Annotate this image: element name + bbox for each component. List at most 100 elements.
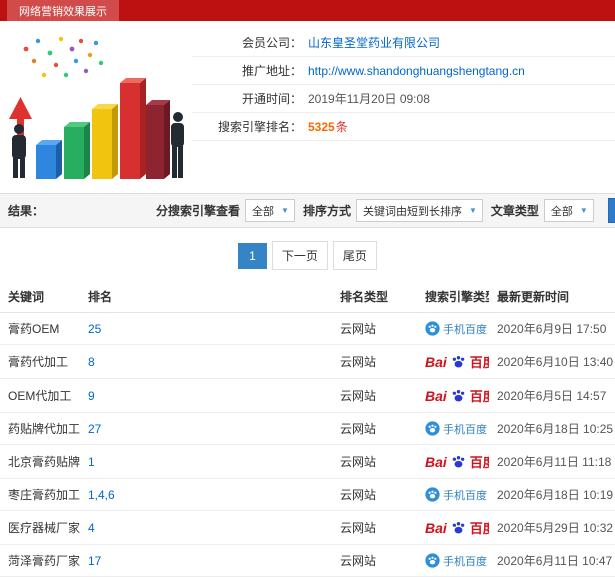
mobile-baidu-logo: 手机百度 (425, 553, 487, 569)
sort-filter-label: 排序方式 (302, 204, 351, 218)
filter-group-article-type: 文章类型 全部 ▼ (491, 199, 594, 222)
rank-link[interactable]: 9 (88, 389, 95, 403)
promo-url-link[interactable]: http://www.shandonghuangshengtang.cn (308, 64, 525, 78)
filter-groups: 分搜索引擎查看 全部 ▼ 排序方式 关键词由短到长排序 ▼ 文章类型 全部 ▼ (156, 199, 602, 222)
baidu-du-text: 百度 (469, 389, 489, 404)
update-time-text: 2020年6月5日 14:57 (497, 389, 607, 403)
header-rank-type: 排名类型 (332, 281, 417, 313)
filter-bar: 结果： 分搜索引擎查看 全部 ▼ 排序方式 关键词由短到长排序 ▼ 文章类型 全… (0, 193, 615, 228)
next-page-button[interactable]: 下一页 (271, 241, 328, 270)
table-row: 药贴牌代加工 27 云网站 手机百度 Bai (0, 412, 615, 445)
mobile-baidu-icon (425, 487, 440, 502)
update-time-text: 2020年5月29日 10:32 (497, 521, 614, 535)
baidu-bai-text: Bai (425, 353, 447, 370)
engine-filter-label: 分搜索引擎查看 (156, 204, 241, 218)
keyword-text: OEM代加工 (8, 389, 72, 403)
table-row: OEM代加工 9 云网站 手机百度 Bai (0, 378, 615, 413)
result-label: 结果： (8, 204, 45, 218)
header-engine-type: 搜索引擎类型 (417, 281, 489, 313)
baidu-paw-icon (452, 356, 465, 368)
header-rank: 排名 (80, 281, 332, 313)
rank-type-text: 云网站 (340, 455, 377, 469)
table-row: 菏泽膏药厂家 17 云网站 手机百度 Bai (0, 544, 615, 577)
rank-link[interactable]: 1,4,6 (88, 488, 115, 502)
filter-group-engine: 分搜索引擎查看 全部 ▼ (156, 199, 295, 222)
rank-type-text: 云网站 (340, 322, 377, 336)
mobile-baidu-logo: 手机百度 (425, 321, 487, 337)
table-row: 枣庄膏药加工 1,4,6 云网站 手机百度 Bai (0, 478, 615, 511)
mobile-baidu-label: 手机百度 (443, 423, 487, 436)
table-row: 膏药OEM 25 云网站 手机百度 Bai (0, 312, 615, 345)
member-info-list: 会员公司： 山东皇圣堂药业有限公司 推广地址： http://www.shand… (192, 21, 615, 193)
sort-filter-value: 关键词由短到长排序 (362, 205, 462, 218)
results-table: 关键词 排名 排名类型 搜索引擎类型 最新更新时间 膏药OEM 25 云网站 手… (0, 281, 615, 577)
marketing-illustration (0, 21, 192, 193)
rank-link[interactable]: 1 (88, 455, 95, 469)
mobile-baidu-label: 手机百度 (443, 555, 487, 568)
info-row-open-time: 开通时间： 2019年11月20日 09:08 (192, 85, 615, 113)
bar-chart-clipart-icon (9, 36, 184, 179)
baidu-du-text: 百度 (469, 521, 489, 536)
table-body: 膏药OEM 25 云网站 手机百度 Bai (0, 312, 615, 577)
rank-link[interactable]: 4 (88, 521, 95, 535)
last-page-button[interactable]: 尾页 (332, 241, 377, 270)
keyword-text: 膏药代加工 (8, 355, 69, 369)
header-update-time: 最新更新时间 (489, 281, 615, 313)
mobile-baidu-label: 手机百度 (443, 489, 487, 502)
table-row: 膏药代加工 8 云网站 手机百度 Bai (0, 344, 615, 379)
sort-filter-select[interactable]: 关键词由短到长排序 ▼ (355, 199, 483, 222)
baidu-logo: Bai 百度 (425, 452, 489, 471)
update-time-text: 2020年6月10日 13:40 (497, 355, 614, 369)
baidu-du-text: 百度 (469, 455, 489, 470)
rank-type-text: 云网站 (340, 521, 377, 535)
keyword-text: 菏泽膏药厂家 (8, 554, 80, 568)
submit-button[interactable]: 提交 (607, 198, 615, 223)
chevron-down-icon: ▼ (579, 205, 588, 215)
table-header-row: 关键词 排名 排名类型 搜索引擎类型 最新更新时间 (0, 281, 615, 313)
rank-type-text: 云网站 (340, 554, 377, 568)
mobile-baidu-icon (425, 321, 440, 336)
mobile-baidu-label: 手机百度 (443, 323, 487, 336)
table-row: 北京膏药贴牌 1 云网站 手机百度 Bai (0, 444, 615, 479)
company-label: 会员公司： (241, 36, 302, 50)
chevron-down-icon: ▼ (468, 205, 477, 215)
page-title: 网络营销效果展示 (7, 0, 119, 21)
company-link[interactable]: 山东皇圣堂药业有限公司 (308, 36, 440, 50)
open-time-value: 2019年11月20日 09:08 (308, 92, 430, 106)
header-keyword: 关键词 (0, 281, 80, 313)
info-row-url: 推广地址： http://www.shandonghuangshengtang.… (192, 57, 615, 85)
info-row-rank-count: 搜索引擎排名： 5325条 (192, 113, 615, 141)
baidu-paw-icon (452, 522, 465, 534)
rank-link[interactable]: 17 (88, 554, 101, 568)
mobile-baidu-logo: 手机百度 (425, 487, 487, 503)
baidu-bai-text: Bai (425, 387, 447, 404)
update-time-text: 2020年6月11日 10:47 (497, 554, 613, 568)
keyword-text: 药贴牌代加工 (8, 422, 80, 436)
baidu-paw-icon (452, 390, 465, 402)
table-row: 医疗器械厂家 4 云网站 手机百度 Bai (0, 510, 615, 545)
pagination: 1 下一页 尾页 (0, 228, 615, 281)
page-current[interactable]: 1 (238, 242, 267, 269)
rank-link[interactable]: 25 (88, 322, 101, 336)
baidu-du-text: 百度 (469, 355, 489, 370)
article-type-select[interactable]: 全部 ▼ (543, 199, 594, 222)
article-type-label: 文章类型 (490, 204, 539, 218)
info-row-company: 会员公司： 山东皇圣堂药业有限公司 (192, 29, 615, 57)
rank-type-text: 云网站 (340, 355, 377, 369)
engine-filter-value: 全部 (252, 205, 275, 218)
keyword-text: 北京膏药贴牌 (8, 455, 80, 469)
mobile-baidu-logo: 手机百度 (425, 421, 487, 437)
member-info-section: 会员公司： 山东皇圣堂药业有限公司 推广地址： http://www.shand… (0, 21, 615, 193)
update-time-text: 2020年6月18日 10:25 (497, 422, 614, 436)
update-time-text: 2020年6月9日 17:50 (497, 322, 607, 336)
keyword-text: 医疗器械厂家 (8, 521, 80, 535)
rank-link[interactable]: 8 (88, 355, 95, 369)
baidu-logo: Bai 百度 (425, 518, 489, 537)
keyword-text: 膏药OEM (8, 322, 60, 336)
filter-group-sort: 排序方式 关键词由短到长排序 ▼ (303, 199, 483, 222)
engine-filter-select[interactable]: 全部 ▼ (245, 199, 295, 222)
rank-count-label: 搜索引擎排名： (217, 120, 302, 134)
rank-link[interactable]: 27 (88, 422, 101, 436)
baidu-paw-icon (452, 456, 465, 468)
rank-count-suffix: 条 (335, 120, 348, 134)
